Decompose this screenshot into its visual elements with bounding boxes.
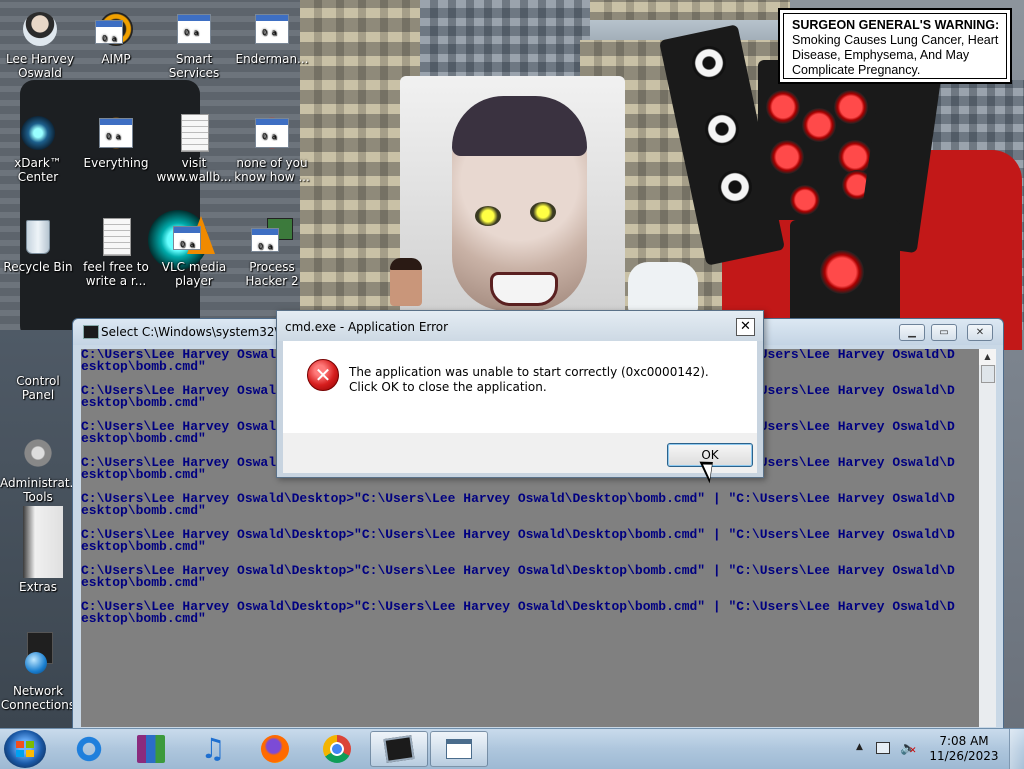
desktop-icon-label: none of you know how ... [234,156,310,184]
desktop-icon-label: Network Connections [0,684,76,712]
winrar-icon [137,735,165,763]
desktop-icon-extras[interactable]: Extras [0,506,76,594]
admin-tools-icon [17,432,59,474]
maximize-button[interactable]: ▭ [931,324,957,341]
close-button[interactable]: ✕ [967,324,993,341]
desktop-icon-smart-services[interactable]: Smart Services [156,8,232,80]
desktop-icon-visit-wallb[interactable]: visit www.wallb... [156,112,232,184]
desktop-icon-network-connections[interactable]: Network Connections [0,632,76,712]
dialog-title: cmd.exe - Application Error [285,320,449,334]
taskbar: ♫ ▲ 🔈 ✕ 7:08 AM 11/26/2023 [0,728,1024,769]
music-player-icon: ♫ [200,732,226,765]
desktop-icon-recycle-bin[interactable]: Recycle Bin [0,216,76,274]
app-icon [251,8,293,50]
desktop-icon-none-of-you[interactable]: none of you know how ... [234,112,310,184]
console-line: esktop\bomb.cmd" [81,575,206,590]
console-line: C:\Users\Lee Harvey Oswald\Desktop>"C:\U… [81,527,955,542]
desktop-icon-enderman[interactable]: Enderman... [234,8,310,66]
volume-muted-icon: ✕ [909,746,917,756]
taskbar-internet-explorer[interactable] [62,731,116,767]
dialog-close-button[interactable]: ✕ [736,318,755,336]
taskbar-chrome[interactable] [310,731,364,767]
error-message: The application was unable to start corr… [349,365,709,394]
desktop-icon-label: Smart Services [168,52,220,80]
start-button[interactable] [4,730,46,768]
scrollbar-thumb[interactable] [981,365,995,383]
app-icon [173,8,215,50]
document-icon [173,112,215,154]
desktop-icon-process-hacker[interactable]: Process Hacker 2 [234,216,310,288]
desktop-icon-label: xDark™ Center [14,156,62,184]
desktop-icon-lee-harvey-oswald[interactable]: Lee Harvey Oswald [2,8,78,80]
cmd-app-icon [83,325,99,339]
desktop-icon-vlc[interactable]: VLC media player [156,216,232,288]
desktop-icon-xdark-center[interactable]: xDark™ Center [0,112,76,184]
dialog-titlebar[interactable]: cmd.exe - Application Error ✕ [277,311,763,341]
folder-icon [17,506,63,578]
app-window-icon [446,739,472,759]
scroll-up-icon[interactable]: ▲ [979,349,996,365]
desktop-icon-label: Extras [19,580,57,594]
chrome-icon [323,735,351,763]
app-icon [95,8,137,50]
app-icon [95,112,137,154]
minimize-button[interactable]: ▁ [899,324,925,341]
console-line: C:\Users\Lee Harvey Oswald\Desktop>"C:\U… [81,563,955,578]
warning-heading: SURGEON GENERAL'S WARNING: [792,18,1000,32]
dialog-footer: OK [283,433,757,473]
taskbar-app-window[interactable] [430,731,488,767]
console-line: esktop\bomb.cmd" [81,611,206,626]
internet-explorer-icon [75,735,103,763]
recycle-bin-icon [17,216,59,258]
desktop-icon-aimp[interactable]: AIMP [78,8,154,66]
show-desktop-button[interactable] [1009,729,1024,769]
console-scrollbar[interactable]: ▲ [979,349,996,727]
clock-time: 7:08 AM [939,734,989,748]
cmd-app-icon [383,735,415,763]
desktop-icon-label: Control Panel [16,374,60,402]
desktop-icon-label: Everything [83,156,149,170]
app-icon [251,216,293,258]
desktop-icon-feel-free[interactable]: feel free to write a r... [78,216,154,288]
system-tray: ▲ 🔈 ✕ 7:08 AM 11/26/2023 [854,729,1024,769]
xdark-icon [17,112,59,154]
console-line: C:\Users\Lee Harvey Oswald\Desktop>"C:\U… [81,491,955,506]
console-line: C:\Users\Lee Harvey Oswald\Desktop>"C:\U… [81,599,955,614]
taskbar-firefox[interactable] [248,731,302,767]
desktop-icon-label: Lee Harvey Oswald [6,52,74,80]
desktop-icon-everything[interactable]: Everything [78,112,154,170]
desktop-icon-control-panel[interactable]: Control Panel [0,330,76,402]
taskbar-music-player[interactable]: ♫ [186,731,240,767]
taskbar-cmd[interactable] [370,731,428,767]
desktop-icon-label: Enderman... [235,52,309,66]
error-icon: ✕ [307,359,339,391]
desktop-icon-label: Recycle Bin [3,260,73,274]
taskbar-winrar[interactable] [124,731,178,767]
control-panel-icon [17,330,59,372]
app-icon [173,216,215,258]
clock-date: 11/26/2023 [929,749,999,763]
warning-text: Smoking Causes Lung Cancer, Heart Diseas… [792,33,999,77]
desktop-icon-label: AIMP [101,52,131,66]
firefox-icon [261,735,289,763]
desktop-icon-label: Administrat... Tools [0,476,81,504]
document-icon [95,216,137,258]
desktop-icon-label: Process Hacker 2 [245,260,299,288]
desktop-icon-label: feel free to write a r... [83,260,149,288]
app-icon [251,112,293,154]
desktop-icon-label: VLC media player [161,260,227,288]
console-line: esktop\bomb.cmd" [81,539,206,554]
clock[interactable]: 7:08 AM 11/26/2023 [926,734,1002,764]
dialog-body: ✕ The application was unable to start co… [283,341,757,433]
surgeon-general-warning: SURGEON GENERAL'S WARNING: Smoking Cause… [778,8,1012,84]
application-error-dialog[interactable]: cmd.exe - Application Error ✕ ✕ The appl… [276,310,764,478]
user-folder-icon [19,8,61,50]
console-line: esktop\bomb.cmd" [81,503,206,518]
network-status-icon[interactable] [876,742,890,754]
network-icon [17,632,59,682]
show-hidden-icons-icon[interactable]: ▲ [856,742,863,752]
desktop-icon-label: visit www.wallb... [156,156,232,184]
desktop-icon-administrative-tools[interactable]: Administrat... Tools [0,432,81,504]
